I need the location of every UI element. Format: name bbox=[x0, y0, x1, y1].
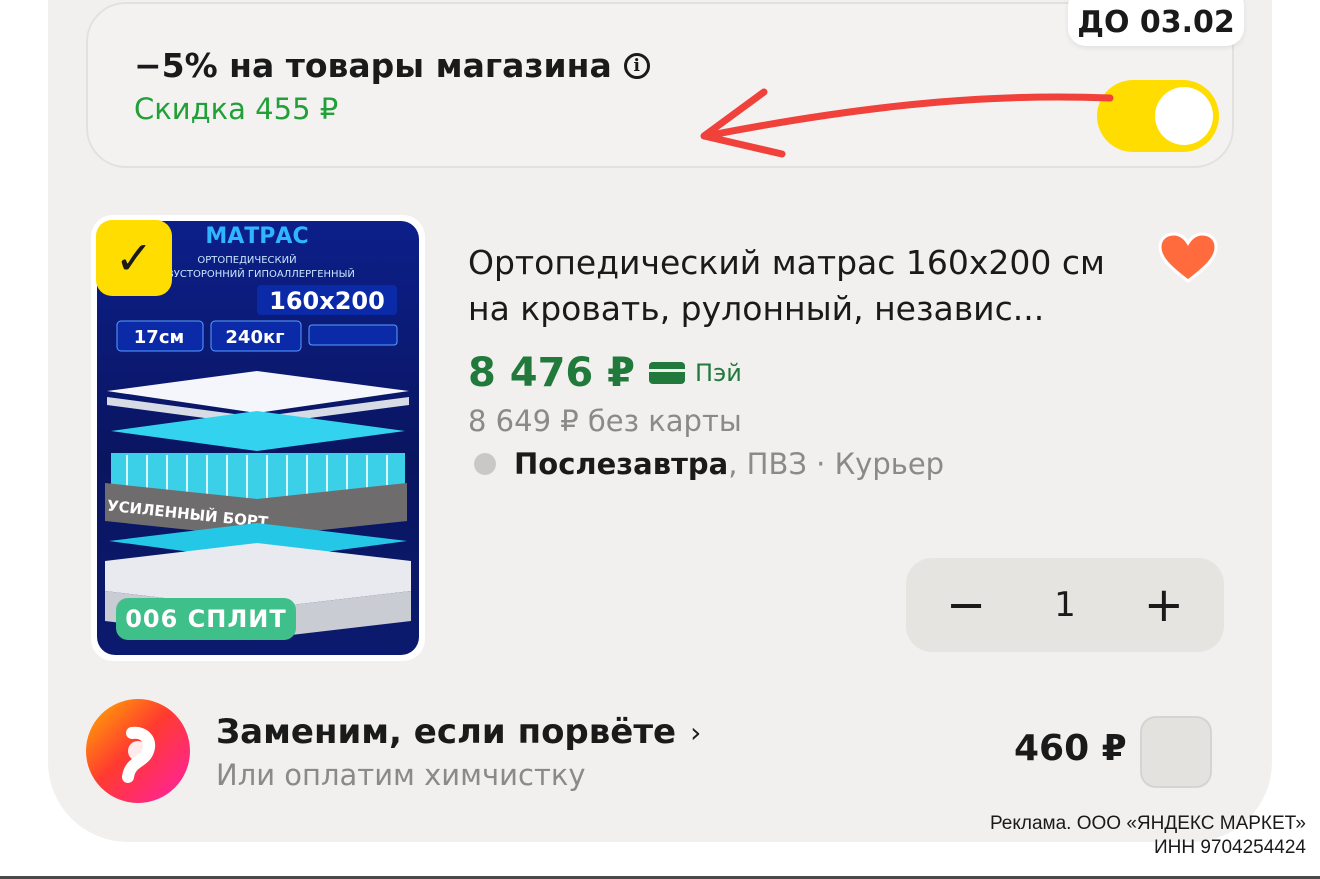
select-checkbox[interactable]: ✓ bbox=[96, 220, 172, 296]
checkmark-icon: ✓ bbox=[114, 231, 154, 285]
quantity-value: 1 bbox=[1054, 585, 1076, 625]
decrease-button[interactable]: − bbox=[946, 581, 986, 629]
split-badge: 006 СПЛИТ bbox=[116, 598, 296, 640]
svg-text:17см: 17см bbox=[134, 327, 184, 348]
svg-text:ОРТОПЕДИЧЕСКИЙ: ОРТОПЕДИЧЕСКИЙ bbox=[197, 253, 296, 266]
info-icon[interactable]: i bbox=[623, 52, 650, 79]
delivery-info: Послезавтра, ПВЗ · Курьер bbox=[474, 447, 944, 481]
insurance-subtitle: Или оплатим химчистку bbox=[216, 758, 586, 792]
card-icon bbox=[649, 362, 686, 384]
increase-button[interactable]: + bbox=[1144, 581, 1184, 629]
image-brand: МАТРАС bbox=[205, 224, 308, 249]
svg-text:160x200: 160x200 bbox=[269, 287, 385, 315]
delivery-dot-icon bbox=[474, 453, 496, 475]
svg-text:ДВУСТОРОННИЙ ГИПОАЛЛЕРГЕННЫЙ: ДВУСТОРОННИЙ ГИПОАЛЛЕРГЕННЫЙ bbox=[159, 267, 355, 280]
promo-discount: Скидка 455 ₽ bbox=[134, 92, 339, 126]
insurance-checkbox[interactable] bbox=[1140, 716, 1212, 788]
svg-text:240кг: 240кг bbox=[225, 327, 284, 348]
insurance-logo bbox=[86, 699, 190, 803]
delivery-date: Послезавтра bbox=[514, 447, 729, 481]
insurance-price: 460 ₽ bbox=[1014, 728, 1127, 769]
heart-icon[interactable] bbox=[1158, 232, 1218, 284]
deadline-badge: ДО 03.02 bbox=[1068, 0, 1244, 46]
product-title[interactable]: Ортопедический матрас 160x200 см на кров… bbox=[468, 240, 1108, 332]
price-row: 8 476 ₽ Пэй bbox=[468, 350, 742, 396]
price-without-card: 8 649 ₽ без карты bbox=[468, 404, 742, 438]
chevron-right-icon: › bbox=[690, 715, 702, 749]
toggle-knob bbox=[1155, 87, 1213, 145]
quantity-stepper: − 1 + bbox=[906, 558, 1224, 652]
annotation-arrow bbox=[700, 88, 1114, 158]
insurance-title[interactable]: Заменим, если порвёте › bbox=[216, 712, 701, 752]
delivery-methods: , ПВЗ · Курьер bbox=[728, 447, 945, 481]
price: 8 476 ₽ bbox=[468, 350, 636, 396]
promo-title: −5% на товары магазина i bbox=[134, 46, 650, 85]
pay-label: Пэй bbox=[695, 359, 742, 387]
ad-disclaimer: Реклама. ООО «ЯНДЕКС МАРКЕТ» ИНН 9704254… bbox=[989, 813, 1306, 858]
